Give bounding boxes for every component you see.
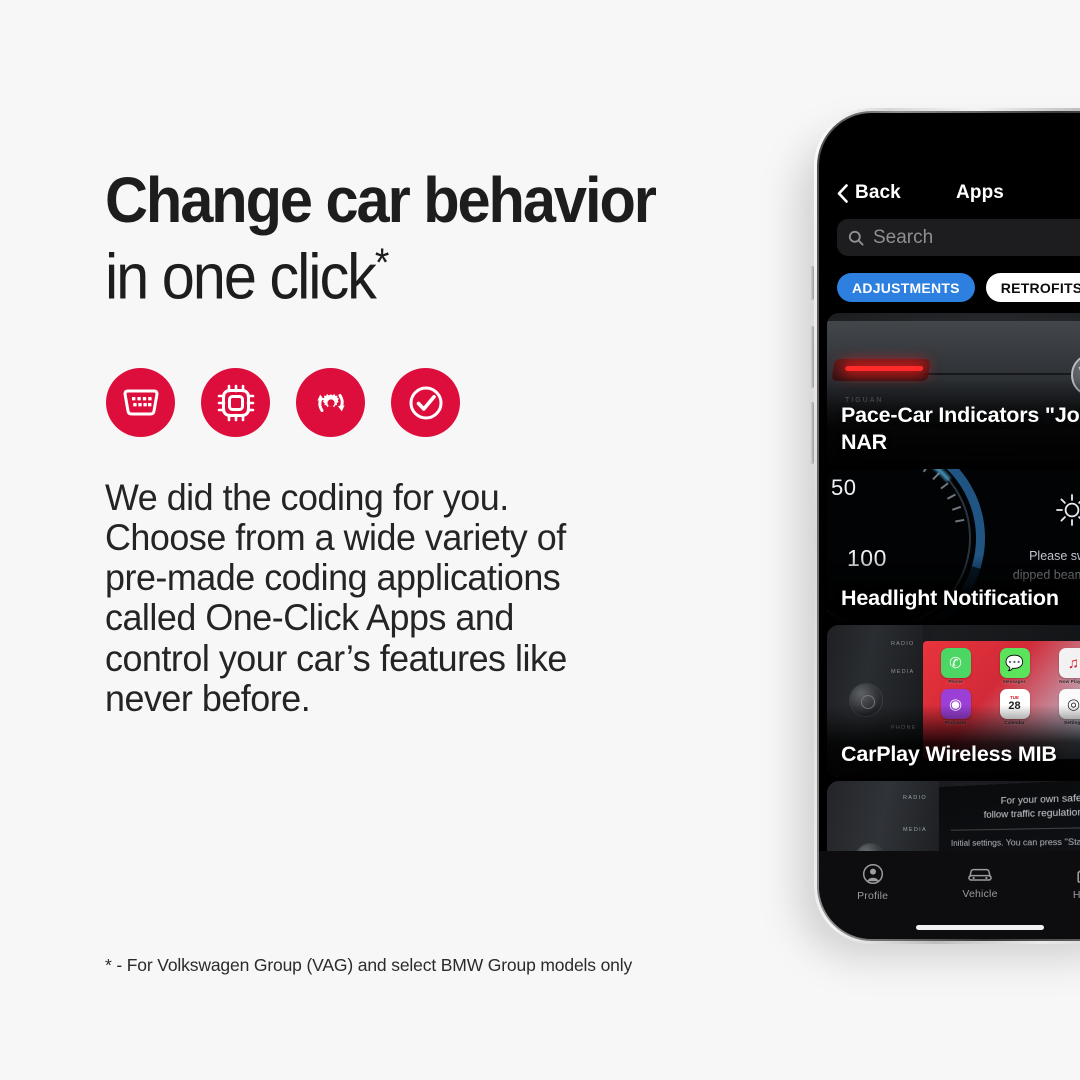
carplay-app[interactable]: ♫ Now Playing bbox=[1047, 648, 1080, 684]
gauge-label-upper: 50 bbox=[831, 475, 857, 500]
gear-refresh-icon bbox=[296, 368, 365, 437]
carplay-app-label: Messages bbox=[1003, 679, 1026, 684]
back-label: Back bbox=[855, 182, 901, 203]
search-icon bbox=[848, 230, 864, 246]
bottom-tab-bar: Profile Vehicle Home bbox=[819, 851, 1080, 939]
headline-line-2: in one click* bbox=[105, 241, 719, 313]
phone-frame: Back Apps Search ADJUSTMENTS RETROFITS P… bbox=[814, 108, 1080, 944]
dash-label-media: MEDIA bbox=[891, 669, 915, 675]
search-placeholder: Search bbox=[873, 226, 934, 248]
home-indicator[interactable] bbox=[916, 925, 1044, 930]
check-circle-icon bbox=[391, 368, 460, 437]
carplay-app-label: Phone bbox=[948, 679, 963, 684]
phone-app-icon: ✆ bbox=[940, 648, 971, 678]
mib-disclaimer-line-3: Initial settings. You can press "Start" … bbox=[950, 837, 1080, 849]
mib-knob bbox=[855, 843, 885, 851]
mib-label-radio: RADIO bbox=[903, 795, 927, 801]
carplay-app[interactable]: 💬 Messages bbox=[988, 648, 1041, 684]
car-icon bbox=[968, 868, 992, 881]
filter-pill-row: ADJUSTMENTS RETROFITS bbox=[837, 273, 1080, 302]
tab-label: Vehicle bbox=[962, 888, 998, 900]
body-line: We did the coding for you. bbox=[105, 477, 509, 518]
apps-list[interactable]: VW TIGUAN Pace-Car Indicators "Joke" NAR… bbox=[827, 313, 1080, 851]
body-line: called One-Click Apps and bbox=[105, 597, 514, 639]
mib-divider bbox=[950, 825, 1080, 831]
card-title: CarPlay Wireless MIB bbox=[841, 741, 1057, 766]
filter-pill-adjustments[interactable]: ADJUSTMENTS bbox=[837, 273, 975, 302]
dash-label-radio: RADIO bbox=[891, 641, 915, 647]
taillight bbox=[831, 359, 931, 381]
chip-icon bbox=[201, 368, 270, 437]
tab-home[interactable]: Home bbox=[1052, 863, 1080, 901]
tab-label: Profile bbox=[857, 890, 889, 902]
headlight-sun-icon bbox=[1053, 491, 1080, 534]
headline-asterisk: * bbox=[374, 241, 390, 286]
search-input[interactable]: Search bbox=[837, 219, 1080, 256]
tab-profile[interactable]: Profile bbox=[838, 863, 908, 902]
app-card-mib-disclaimer[interactable]: RADIO MEDIA For your own safety, please … bbox=[827, 781, 1080, 851]
tab-vehicle[interactable]: Vehicle bbox=[945, 863, 1015, 900]
taillight-led-strip bbox=[844, 366, 924, 371]
app-header: Back Apps bbox=[819, 171, 1080, 215]
app-card-pace-car-indicators[interactable]: VW TIGUAN Pace-Car Indicators "Joke" NAR bbox=[827, 313, 1080, 465]
body-line: control your car’s features like bbox=[105, 637, 567, 679]
carplay-app[interactable]: ✆ Phone bbox=[929, 648, 982, 684]
chevron-left-icon bbox=[837, 183, 848, 203]
app-card-headlight-notification[interactable]: 50 100 bbox=[827, 469, 1080, 621]
phone-screen: Back Apps Search ADJUSTMENTS RETROFITS P… bbox=[819, 113, 1080, 939]
app-card-carplay-wireless[interactable]: RADIO MEDIA PHONE CAR ✆ Phone bbox=[827, 625, 1080, 777]
profile-icon bbox=[862, 863, 883, 885]
page-title: Change car behavior in one click* bbox=[105, 164, 765, 313]
marketing-column: Change car behavior in one click* We did… bbox=[0, 0, 790, 1080]
now-playing-app-icon: ♫ bbox=[1058, 648, 1080, 678]
card-title: Pace-Car Indicators "Joke" NAR bbox=[841, 402, 1080, 454]
obd-connector-icon bbox=[106, 368, 175, 437]
card-title: Headlight Notification bbox=[841, 585, 1059, 610]
back-button[interactable]: Back bbox=[837, 182, 901, 204]
filter-pill-retrofits[interactable]: RETROFITS bbox=[985, 273, 1080, 302]
messages-app-icon: 💬 bbox=[999, 648, 1030, 678]
feature-icon-row bbox=[106, 368, 460, 437]
mib-display: For your own safety, please follow traff… bbox=[939, 781, 1080, 851]
home-icon bbox=[1077, 869, 1080, 883]
mib-bezel: RADIO MEDIA bbox=[827, 781, 939, 851]
tab-label: Home bbox=[1072, 889, 1080, 901]
body-copy: We did the coding for you. Choose from a… bbox=[105, 477, 648, 719]
body-line: Choose from a wide variety of bbox=[105, 517, 566, 559]
headline-line-1: Change car behavior bbox=[105, 164, 657, 236]
carplay-app-label: Now Playing bbox=[1059, 679, 1080, 684]
mib-label-media: MEDIA bbox=[903, 827, 927, 833]
headline-line-2-text: in one click bbox=[105, 240, 377, 313]
phone-mockup: Back Apps Search ADJUSTMENTS RETROFITS P… bbox=[806, 108, 1080, 946]
body-line: never before. bbox=[105, 677, 311, 719]
card-artwork-mib: RADIO MEDIA For your own safety, please … bbox=[827, 781, 1080, 851]
footnote: * - For Volkswagen Group (VAG) and selec… bbox=[105, 955, 633, 975]
phone-inner-rail: Back Apps Search ADJUSTMENTS RETROFITS P… bbox=[817, 111, 1080, 941]
body-line: pre-made coding applications bbox=[105, 557, 561, 599]
